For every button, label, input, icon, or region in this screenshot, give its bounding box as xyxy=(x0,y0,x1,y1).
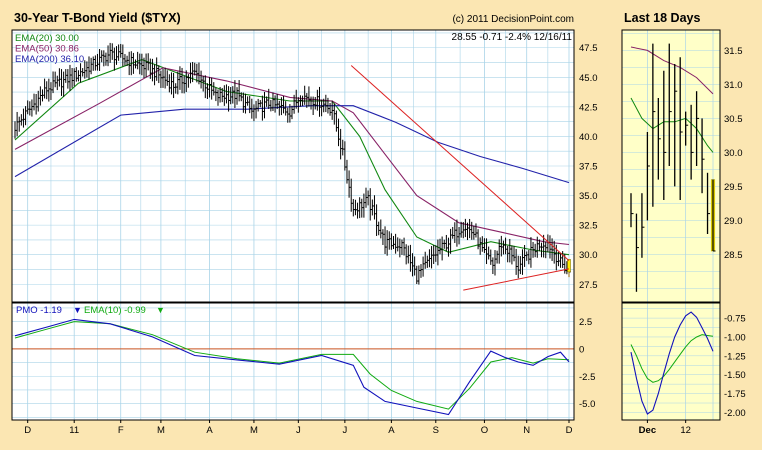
inset-pmo-y-tick-label: -1.50 xyxy=(724,370,746,381)
inset-y-tick-label: 30.5 xyxy=(724,114,743,125)
chart-canvas: 27.5 30.0 32.5 35.0 37.5 40.0 42.5 45.0 47.5 30-… xyxy=(11,11,746,436)
pmo-legend-ema-arrow: ▼ xyxy=(156,305,165,315)
month-tick-label: J xyxy=(342,425,347,436)
inset-pmo-background xyxy=(622,303,720,420)
copyright-text: (c) 2011 DecisionPoint.com xyxy=(452,14,574,25)
pmo-y-tick-label: -5.0 xyxy=(579,399,595,410)
month-tick-label: S xyxy=(433,425,439,436)
price-y-tick-label: 35.0 xyxy=(579,191,598,202)
inset-y-tick-label: 29.0 xyxy=(724,216,743,227)
last-bar-highlight xyxy=(567,259,571,273)
month-tick-label: A xyxy=(388,425,395,436)
inset-x-tick-label: Dec xyxy=(639,425,656,436)
inset-y-tick-label: 30.0 xyxy=(724,148,743,159)
pmo-y-tick-label: -2.5 xyxy=(579,372,595,383)
month-tick-label: 11 xyxy=(69,425,79,436)
pmo-y-axis: 2.5 0 -2.5 -5.0 xyxy=(579,317,595,410)
inset-y-tick-label: 31.0 xyxy=(724,80,743,91)
pmo-y-tick-label: 0 xyxy=(579,344,584,355)
month-tick-label: N xyxy=(523,425,530,436)
ema-legend-entry: EMA(200) 36.10 xyxy=(15,54,84,65)
month-tick-label: F xyxy=(118,425,124,436)
price-y-tick-label: 47.5 xyxy=(579,43,598,54)
month-tick-label: O xyxy=(481,425,488,436)
month-axis: D 11 F M A M J J A S O N D xyxy=(24,420,573,436)
inset-pmo-y-tick-label: -1.00 xyxy=(724,332,746,343)
price-y-tick-label: 42.5 xyxy=(579,102,598,113)
month-tick-label: D xyxy=(566,425,573,436)
inset-y-tick-label: 28.5 xyxy=(724,250,743,261)
price-y-axis: 27.5 30.0 32.5 35.0 37.5 40.0 42.5 45.0 47.5 xyxy=(579,43,598,291)
inset-pmo-y-tick-label: -0.75 xyxy=(724,314,746,325)
inset-pmo-y-tick-label: -1.75 xyxy=(724,389,746,400)
inset-pmo-y-axis: -0.75 -1.00 -1.25 -1.50 -1.75 -2.00 xyxy=(724,314,746,419)
inset-price-y-axis: 28.5 29.0 29.5 30.0 30.5 31.0 31.5 xyxy=(724,46,743,261)
inset-y-tick-label: 29.5 xyxy=(724,182,743,193)
chart-title: 30-Year T-Bond Yield ($TYX) xyxy=(14,11,181,25)
ema-legend-entry: EMA(50) 30.86 xyxy=(15,44,79,55)
price-y-tick-label: 45.0 xyxy=(579,73,598,84)
main-chart-panel: 27.5 30.0 32.5 35.0 37.5 40.0 42.5 45.0 47.5 30-… xyxy=(11,11,598,303)
inset-y-tick-label: 31.5 xyxy=(724,46,743,57)
inset-panel: Last 18 Days 28.5 29.0 29.5 30.0 30.5 31.0 31.… xyxy=(621,11,746,436)
month-tick-label: A xyxy=(206,425,213,436)
price-y-tick-label: 32.5 xyxy=(579,221,598,232)
inset-pmo-y-tick-label: -1.25 xyxy=(724,351,746,362)
inset-x-axis: Dec 12 xyxy=(639,420,691,436)
month-tick-label: M xyxy=(250,425,258,436)
inset-pmo-y-tick-label: -2.00 xyxy=(724,408,746,419)
price-y-tick-label: 30.0 xyxy=(579,250,598,261)
ema-legend-entry: EMA(20) 30.00 xyxy=(15,33,79,44)
pmo-y-tick-label: 2.5 xyxy=(579,317,592,328)
inset-title: Last 18 Days xyxy=(624,11,700,25)
price-y-tick-label: 27.5 xyxy=(579,280,598,291)
ema-legend: EMA(20) 30.00EMA(50) 30.86EMA(200) 36.10 xyxy=(15,33,84,65)
month-tick-label: M xyxy=(157,425,165,436)
price-y-tick-label: 37.5 xyxy=(579,162,598,173)
price-y-tick-label: 40.0 xyxy=(579,132,598,143)
pmo-legend-pmo-arrow: ▼ xyxy=(73,305,82,315)
pmo-panel: 2.5 0 -2.5 -5.0 PMO -1.19 ▼ EMA(10) -0.99 ▼ xyxy=(11,302,595,421)
month-tick-label: J xyxy=(296,425,301,436)
quote-text: 28.55 -0.71 -2.4% 12/16/11 xyxy=(452,32,573,43)
pmo-legend-pmo: PMO -1.19 xyxy=(16,305,62,316)
pmo-legend-ema: EMA(10) -0.99 xyxy=(84,305,146,316)
month-tick-label: D xyxy=(24,425,31,436)
inset-x-tick-label: 12 xyxy=(680,425,691,436)
pmo-legend: PMO -1.19 ▼ EMA(10) -0.99 ▼ xyxy=(16,305,165,316)
